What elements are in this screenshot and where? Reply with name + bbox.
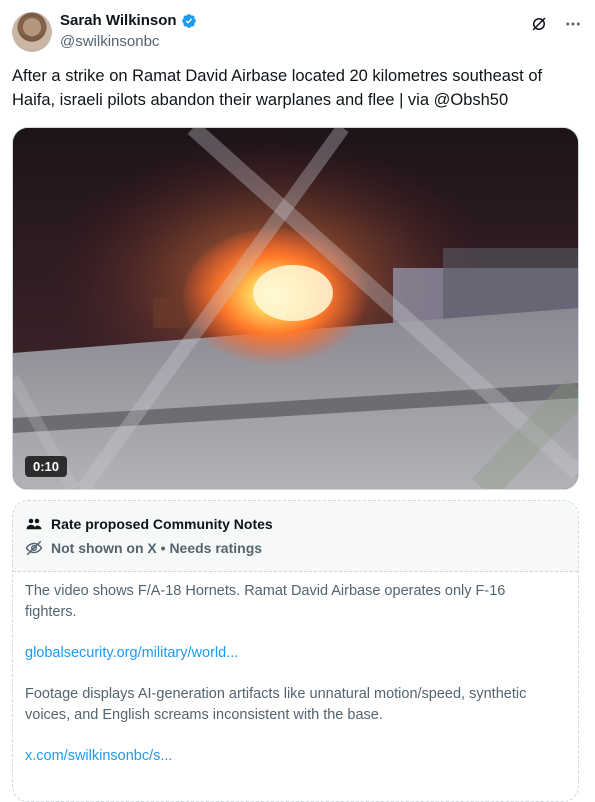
community-notes-status: Not shown on X • Needs ratings <box>51 540 263 556</box>
author-display-name[interactable]: Sarah Wilkinson <box>60 12 177 29</box>
author-handle[interactable]: @swilkinsonbc <box>60 33 159 50</box>
avatar[interactable] <box>12 12 52 52</box>
more-icon[interactable] <box>563 14 583 34</box>
community-notes-title-row: Rate proposed Community Notes <box>25 515 273 533</box>
note-source-link[interactable]: globalsecurity.org/military/world... <box>25 645 238 661</box>
note-text: Footage displays AI-generation artifacts… <box>25 686 527 723</box>
people-icon <box>25 515 43 533</box>
community-notes-header[interactable]: Rate proposed Community Notes Not shown … <box>13 501 578 572</box>
community-notes-panel: Rate proposed Community Notes Not shown … <box>12 500 579 802</box>
community-notes-list: The video shows F/A-18 Hornets. Ramat Da… <box>25 581 555 787</box>
community-notes-status-row: Not shown on X • Needs ratings <box>25 539 262 557</box>
note-text: The video shows F/A-18 Hornets. Ramat Da… <box>25 583 506 620</box>
eye-off-icon <box>25 539 43 557</box>
tweet-text: After a strike on Ramat David Airbase lo… <box>12 67 543 109</box>
verified-badge-icon <box>181 13 196 28</box>
grok-icon[interactable] <box>529 14 549 34</box>
tweet-header: Sarah Wilkinson @swilkinsonbc <box>12 12 583 56</box>
video-duration: 0:10 <box>25 456 68 477</box>
community-notes-title: Rate proposed Community Notes <box>51 516 273 532</box>
note-source-link[interactable]: x.com/swilkinsonbc/s... <box>25 748 172 764</box>
header-actions <box>529 14 583 34</box>
author-name-row: Sarah Wilkinson <box>60 12 197 29</box>
video-player[interactable]: 0:10 <box>12 127 579 490</box>
video-frame <box>13 128 578 489</box>
